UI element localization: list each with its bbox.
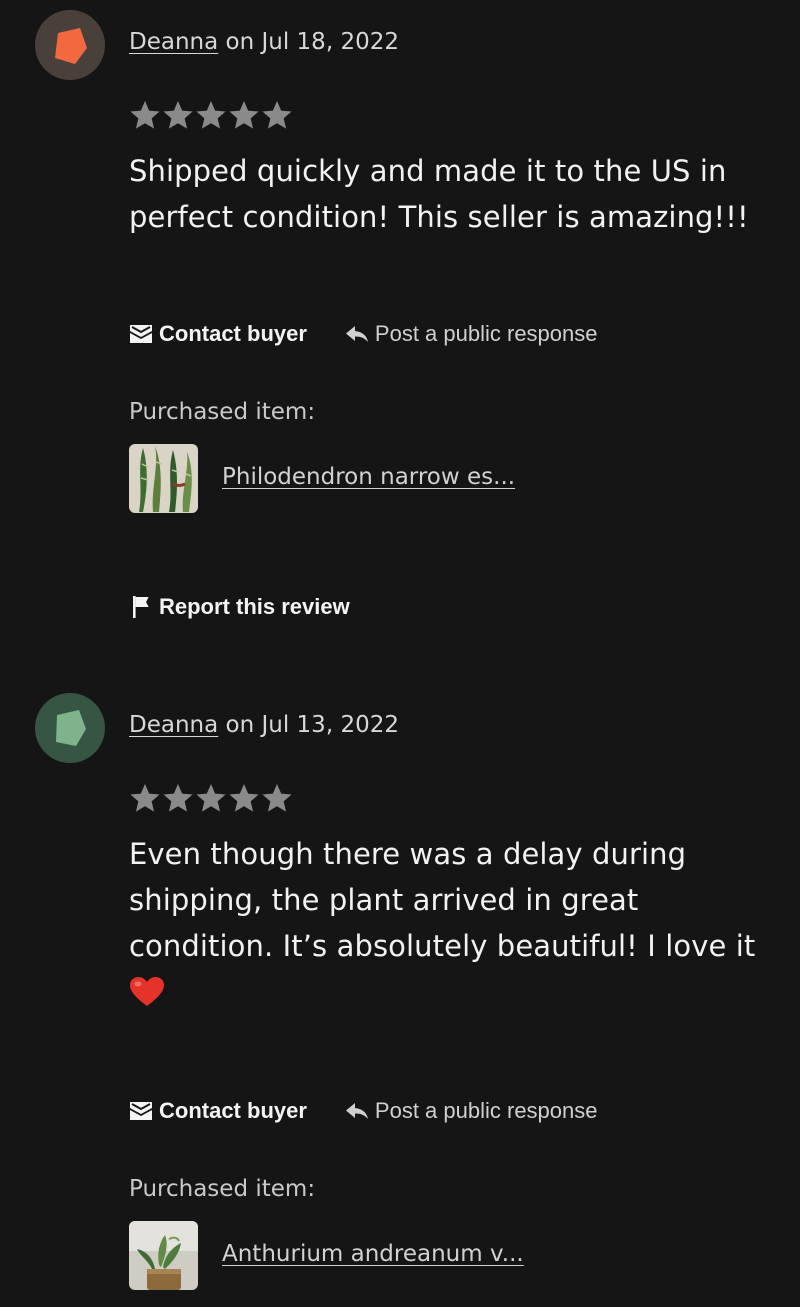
envelope-icon xyxy=(130,1102,152,1120)
star-icon xyxy=(229,784,259,812)
envelope-icon xyxy=(130,325,152,343)
reply-arrow-icon xyxy=(345,326,368,342)
plant-photo-icon xyxy=(129,1221,198,1290)
purchased-item-link[interactable]: Philodendron narrow es... xyxy=(222,464,515,490)
heart-emoji xyxy=(130,977,164,1006)
post-response-label: Post a public response xyxy=(374,321,598,346)
purchased-item-link[interactable]: Anthurium andreanum v... xyxy=(222,1241,524,1267)
review-text: Shipped quickly and made it to the US in… xyxy=(129,154,749,234)
post-response-button[interactable]: Post a public response xyxy=(345,1098,598,1124)
reviewer-avatar[interactable] xyxy=(35,693,105,763)
post-response-button[interactable]: Post a public response xyxy=(345,321,598,347)
avatar-pentagon-icon xyxy=(56,710,86,746)
star-rating xyxy=(129,782,293,814)
contact-buyer-label: Contact buyer xyxy=(159,321,307,346)
star-icon xyxy=(196,784,226,812)
star-rating xyxy=(129,99,293,131)
reviewer-name-link[interactable]: Deanna xyxy=(129,712,218,738)
star-icon xyxy=(130,784,160,812)
contact-buyer-label: Contact buyer xyxy=(159,1098,307,1123)
review-date: on Jul 18, 2022 xyxy=(225,29,399,55)
purchased-item-label: Purchased item: xyxy=(129,399,316,425)
purchased-item-label: Purchased item: xyxy=(129,1176,316,1202)
review-byline: Deanna on Jul 18, 2022 xyxy=(129,29,399,55)
post-response-label: Post a public response xyxy=(374,1098,598,1123)
star-icon xyxy=(262,101,292,129)
avatar-pentagon-icon xyxy=(55,28,87,64)
star-icon xyxy=(229,101,259,129)
flag-icon xyxy=(133,596,149,618)
star-icon xyxy=(163,101,193,129)
plant-photo-icon xyxy=(129,444,198,513)
contact-buyer-button[interactable]: Contact buyer xyxy=(129,321,307,347)
review-text-content: Even though there was a delay during shi… xyxy=(129,837,756,963)
star-icon xyxy=(163,784,193,812)
reviewer-name-link[interactable]: Deanna xyxy=(129,29,218,55)
report-review-button[interactable]: Report this review xyxy=(131,594,350,620)
review-date: on Jul 13, 2022 xyxy=(225,712,399,738)
review-byline: Deanna on Jul 13, 2022 xyxy=(129,712,399,738)
star-icon xyxy=(196,101,226,129)
star-icon xyxy=(130,101,160,129)
reviewer-avatar[interactable] xyxy=(35,10,105,80)
review-text: Even though there was a delay during shi… xyxy=(129,831,779,1015)
star-icon xyxy=(262,784,292,812)
report-review-label: Report this review xyxy=(159,594,350,619)
item-thumbnail[interactable] xyxy=(129,1221,198,1290)
review-actions: Contact buyer Post a public response xyxy=(129,1098,598,1124)
contact-buyer-button[interactable]: Contact buyer xyxy=(129,1098,307,1124)
reply-arrow-icon xyxy=(345,1103,368,1119)
review-actions: Contact buyer Post a public response xyxy=(129,321,598,347)
item-thumbnail[interactable] xyxy=(129,444,198,513)
